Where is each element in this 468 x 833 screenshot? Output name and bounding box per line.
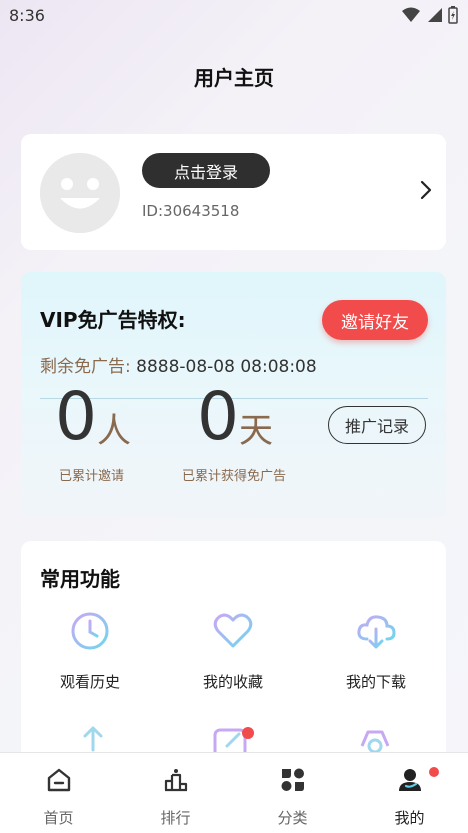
tab-category[interactable]: 分类 [234, 767, 351, 828]
features-title: 常用功能 [40, 567, 120, 591]
history-clock-icon [71, 612, 109, 650]
avatar[interactable] [40, 153, 120, 233]
status-bar: 8:36 [0, 0, 468, 32]
tab-label: 分类 [277, 809, 308, 827]
feature-label: 我的收藏 [202, 673, 263, 691]
remaining-label: 剩余免广告: [40, 357, 131, 377]
home-icon [47, 768, 70, 792]
feature-favorites[interactable]: 我的收藏 [173, 609, 293, 692]
invited-unit: 人 [97, 411, 131, 451]
battery-icon [448, 6, 458, 24]
ranking-icon [164, 769, 187, 792]
invited-count: 0 [55, 378, 97, 455]
status-time: 8:36 [9, 6, 45, 25]
notification-dot [429, 767, 439, 777]
profile-icon [398, 769, 421, 791]
tab-label: 我的 [394, 809, 425, 827]
wifi-icon [402, 7, 420, 22]
tab-label: 首页 [43, 809, 74, 827]
invited-stat: 0人 [55, 382, 131, 452]
settings-gear-icon[interactable] [354, 726, 396, 754]
smiley-avatar-icon [40, 153, 120, 233]
promotion-record-button[interactable]: 推广记录 [328, 406, 426, 444]
days-caption: 已累计获得免广告 [182, 469, 287, 484]
feature-downloads[interactable]: 我的下载 [316, 609, 436, 692]
feature-label: 我的下载 [345, 673, 406, 691]
profile-card: 点击登录 ID:30643518 [21, 134, 446, 250]
vip-title: VIP免广告特权: [40, 308, 186, 332]
category-icon [281, 768, 304, 791]
notification-dot [242, 727, 254, 739]
days-count: 0 [197, 378, 239, 455]
user-id: ID:30643518 [142, 202, 240, 220]
remaining-value: 8888-08-08 08:08:08 [136, 357, 317, 377]
remaining-ad-free: 剩余免广告: 8888-08-08 08:08:08 [40, 352, 317, 377]
invited-caption: 已累计邀请 [59, 469, 125, 484]
days-stat: 0天 [197, 382, 273, 452]
tab-home[interactable]: 首页 [0, 767, 117, 828]
login-button[interactable]: 点击登录 [142, 153, 270, 188]
chevron-right-icon[interactable] [420, 180, 432, 200]
feature-history[interactable]: 观看历史 [30, 609, 150, 692]
tab-label: 排行 [160, 809, 191, 827]
days-unit: 天 [239, 411, 273, 451]
invite-friends-button[interactable]: 邀请好友 [322, 300, 428, 340]
page-title: 用户主页 [194, 66, 274, 90]
status-icons [402, 6, 458, 24]
bottom-tab-bar: 首页 排行 分类 我的 [0, 752, 468, 833]
vip-card: VIP免广告特权: 邀请好友 剩余免广告: 8888-08-08 08:08:0… [21, 272, 446, 518]
signal-icon [428, 8, 442, 22]
feature-label: 观看历史 [59, 673, 120, 691]
upload-icon[interactable] [71, 724, 115, 754]
tab-profile[interactable]: 我的 [351, 767, 468, 828]
tab-ranking[interactable]: 排行 [117, 767, 234, 828]
cloud-download-icon [357, 615, 396, 649]
heart-icon [213, 613, 253, 648]
